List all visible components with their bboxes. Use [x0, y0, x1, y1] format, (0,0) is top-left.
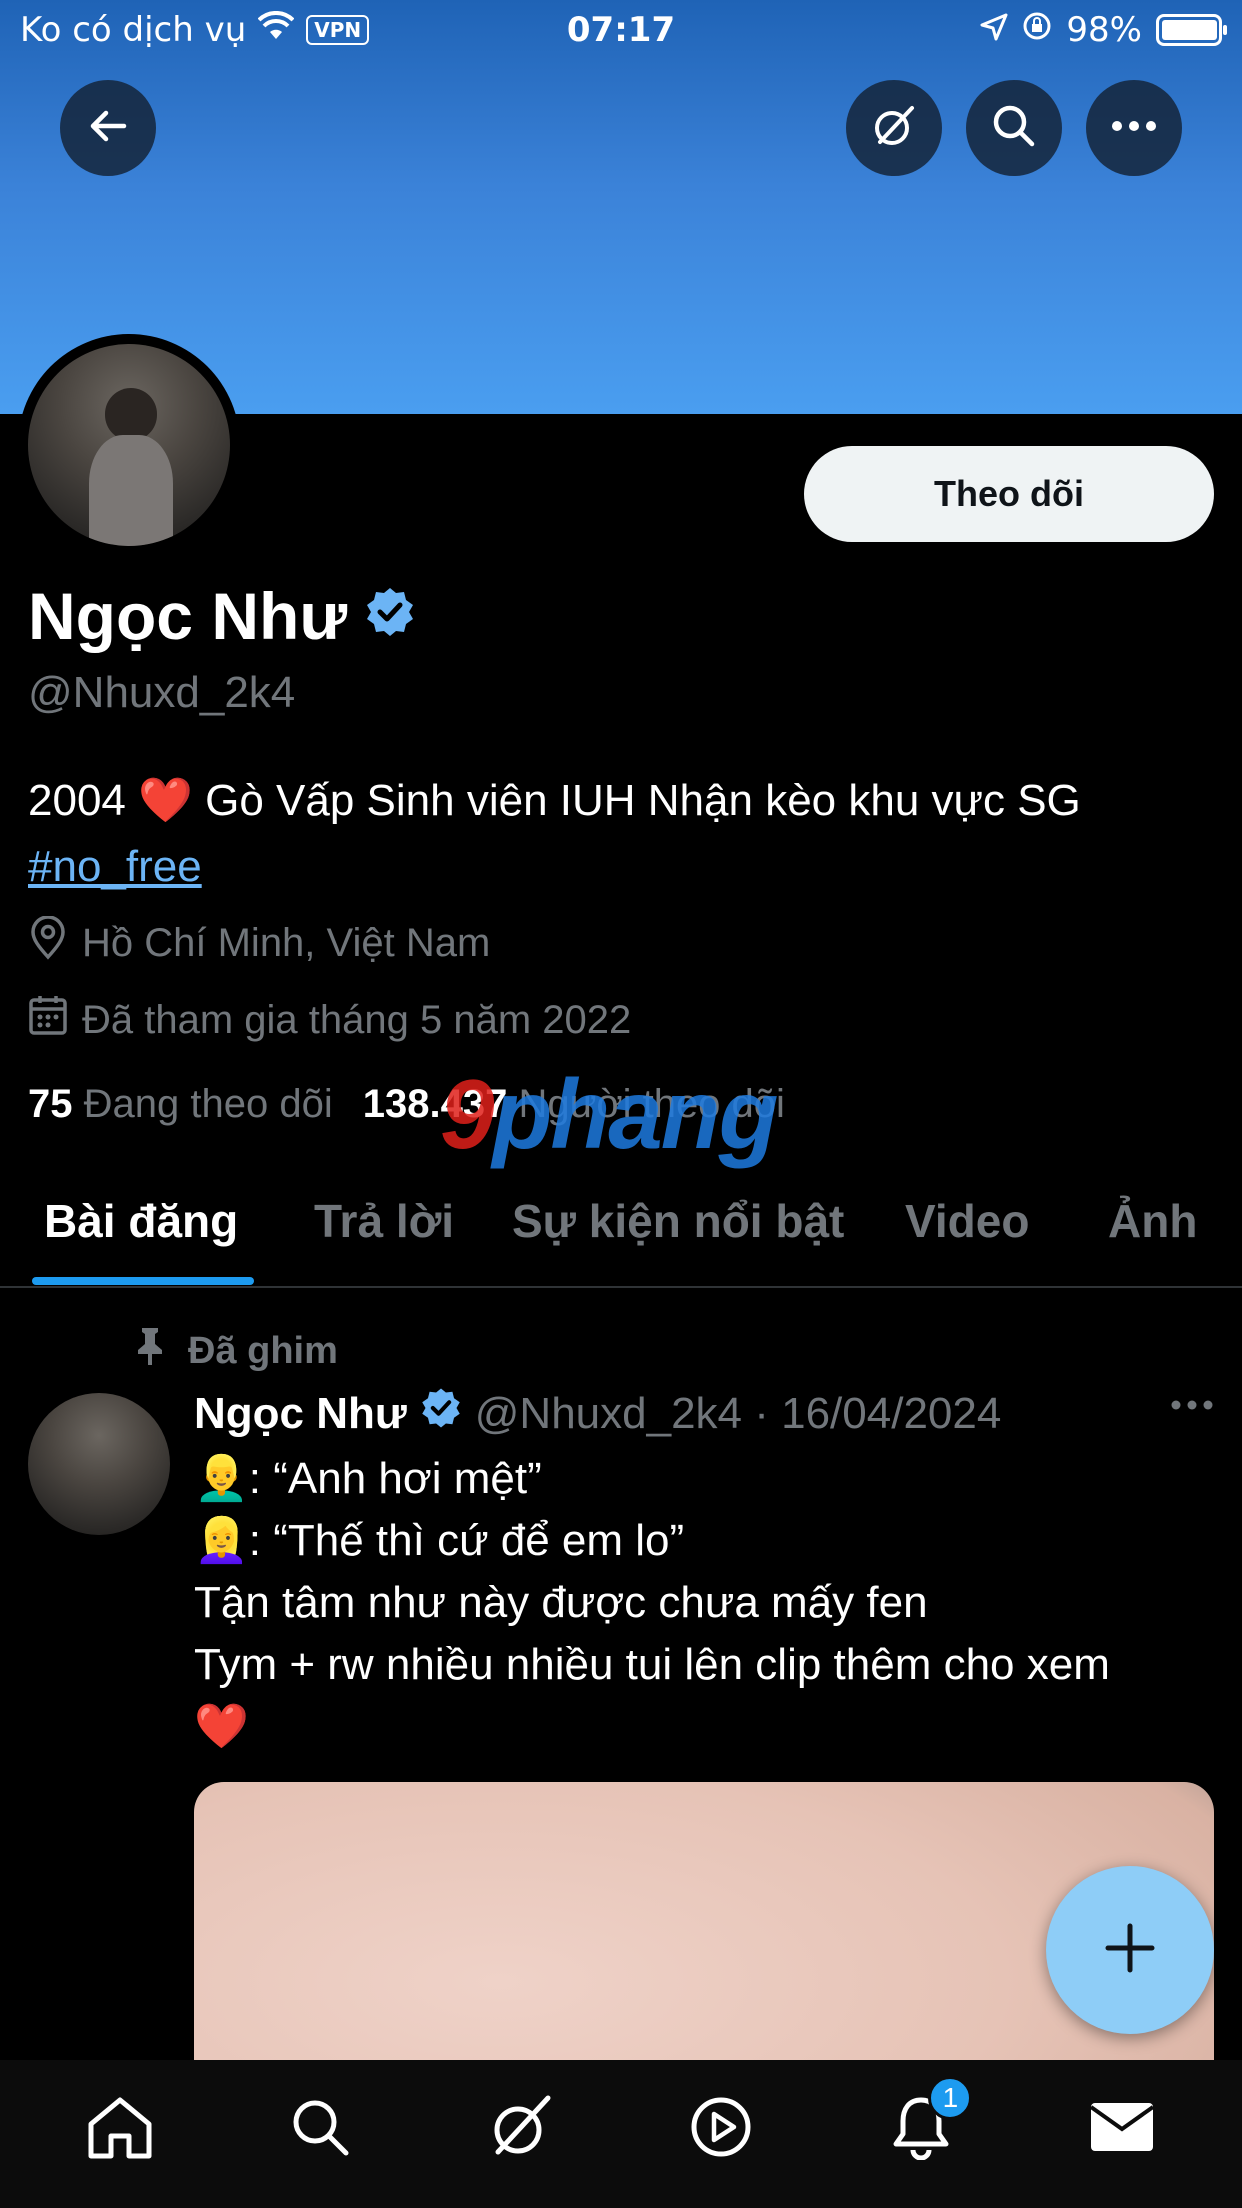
watermark-blue: phang — [492, 1059, 779, 1169]
tab-replies[interactable]: Trả lời — [314, 1194, 454, 1248]
nav-video[interactable] — [676, 2084, 766, 2174]
profile-location-row: Hồ Chí Minh, Việt Nam — [28, 915, 491, 970]
post-author-avatar[interactable] — [28, 1393, 170, 1535]
post-line: Tym + rw nhiều nhiều tui lên clip thêm c… — [194, 1640, 1110, 1689]
grok-icon — [486, 2092, 556, 2167]
profile-joined: Đã tham gia tháng 5 năm 2022 — [82, 997, 632, 1042]
more-button[interactable] — [1086, 80, 1182, 176]
following-count: 75 — [28, 1082, 73, 1126]
post-author-name[interactable]: Ngọc Như — [194, 1389, 407, 1439]
calendar-icon — [28, 994, 68, 1046]
battery-icon — [1156, 14, 1227, 46]
rotation-lock-icon — [1022, 10, 1052, 50]
arrow-left-icon — [86, 104, 130, 153]
post-more-button[interactable] — [1170, 1398, 1214, 1416]
tab-video[interactable]: Video — [905, 1194, 1029, 1248]
profile-name-row: Ngọc Như — [28, 578, 417, 654]
post-line: 👱‍♂️: “Anh hơi mệt” — [194, 1454, 542, 1503]
more-horizontal-icon — [1111, 119, 1157, 137]
pinned-label-row: Đã ghim — [132, 1326, 338, 1376]
search-icon — [288, 2095, 352, 2164]
search-button[interactable] — [966, 80, 1062, 176]
grok-button[interactable] — [846, 80, 942, 176]
profile-avatar[interactable] — [18, 334, 240, 556]
compose-button[interactable] — [1046, 1866, 1214, 2034]
following-stat[interactable]: 75 Đang theo dõi — [28, 1082, 333, 1127]
back-button[interactable] — [60, 80, 156, 176]
post-meta: @Nhuxd_2k4 · 16/04/2024 — [474, 1388, 1002, 1438]
verified-badge-icon — [419, 1386, 463, 1441]
tab-photos[interactable]: Ảnh — [1108, 1194, 1197, 1248]
home-icon — [85, 2094, 155, 2165]
more-horizontal-icon — [1170, 1398, 1214, 1415]
following-label: Đang theo dõi — [83, 1082, 333, 1126]
watermark-logo: 9phang — [440, 1058, 779, 1171]
nav-search[interactable] — [275, 2084, 365, 2174]
bio-hashtag-link[interactable]: #no_free — [28, 842, 202, 891]
search-icon — [990, 102, 1038, 155]
pinned-label: Đã ghim — [188, 1329, 338, 1372]
battery-percent: 98% — [1066, 10, 1142, 50]
post-line: Tận tâm như này được chưa mấy fen — [194, 1578, 928, 1627]
tab-posts[interactable]: Bài đăng — [44, 1194, 238, 1248]
post-header: Ngọc Như @Nhuxd_2k4 · 16/04/2024 — [194, 1386, 1001, 1441]
post-text: 👱‍♂️: “Anh hơi mệt” 👱‍♀️: “Thế thì cứ để… — [194, 1448, 1224, 1758]
status-bar: Ko có dịch vụ VPN 07:17 98% — [0, 0, 1242, 64]
nav-notifications[interactable]: 1 — [876, 2076, 973, 2174]
location-arrow-icon — [980, 10, 1008, 50]
notifications-badge: 1 — [928, 2076, 973, 2120]
post-line: 👱‍♀️: “Thế thì cứ để em lo” — [194, 1516, 685, 1565]
play-circle-icon — [689, 2095, 753, 2164]
profile-name: Ngọc Như — [28, 579, 348, 653]
envelope-icon — [1089, 2101, 1155, 2158]
verified-badge-icon[interactable] — [363, 578, 417, 654]
post-line: ❤️ — [194, 1702, 249, 1751]
profile-handle: @Nhuxd_2k4 — [28, 668, 296, 717]
nav-home[interactable] — [75, 2084, 165, 2174]
pin-icon — [132, 1326, 168, 1376]
watermark-red: 9 — [440, 1059, 494, 1169]
grok-icon — [870, 102, 918, 155]
bio-text: 2004 ❤️ Gò Vấp Sinh viên IUH Nhận kèo kh… — [28, 776, 1081, 825]
active-tab-indicator — [32, 1277, 254, 1285]
profile-tabs: Bài đăng Trả lời Sự kiện nổi bật Video Ả… — [0, 1160, 1242, 1288]
profile-bio: 2004 ❤️ Gò Vấp Sinh viên IUH Nhận kèo kh… — [28, 768, 1218, 900]
nav-messages[interactable] — [1077, 2084, 1167, 2174]
profile-joined-row: Đã tham gia tháng 5 năm 2022 — [28, 994, 631, 1046]
profile-location: Hồ Chí Minh, Việt Nam — [82, 920, 491, 965]
nav-grok[interactable] — [476, 2084, 566, 2174]
location-pin-icon — [28, 915, 68, 970]
tab-highlights[interactable]: Sự kiện nổi bật — [512, 1194, 844, 1248]
plus-icon — [1102, 1920, 1158, 1981]
bottom-nav: 1 — [0, 2060, 1242, 2208]
follow-button[interactable]: Theo dõi — [804, 446, 1214, 542]
